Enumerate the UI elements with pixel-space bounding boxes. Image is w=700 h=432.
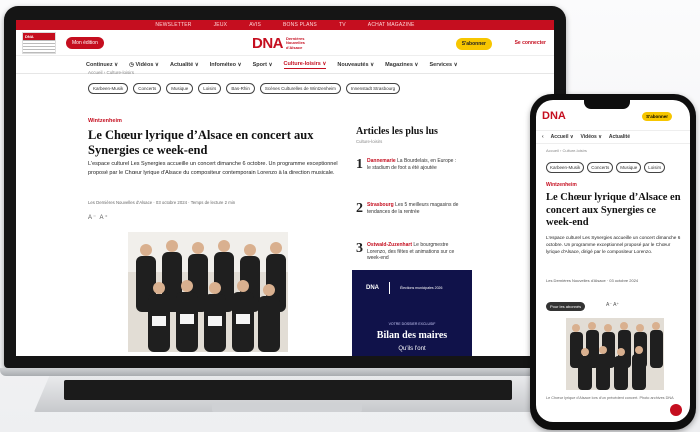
article-photo: [128, 232, 288, 352]
share-fab-icon[interactable]: [670, 404, 682, 416]
most-read-place: Strasbourg: [367, 202, 394, 208]
ad-kicker: VOTRE DOSSIER EXCLUSIF: [388, 322, 436, 326]
ad-divider: [389, 282, 390, 294]
phone-article-lead: L'espace culturel Les Synergies accueill…: [546, 235, 681, 254]
most-read-rank: 3: [356, 241, 363, 256]
top-strip-link[interactable]: TV: [339, 22, 346, 28]
phone-tag-list: Karbeen-Musik Concerts Musique Loisirs: [546, 162, 666, 173]
phone-tag-chip[interactable]: Musique: [616, 162, 642, 173]
phone-logo[interactable]: DNA: [542, 110, 566, 122]
tag-chip[interactable]: Musique: [166, 83, 194, 94]
tag-list: Karbeen-Musik Concerts Musique Loisirs Bas-R…: [88, 83, 401, 94]
article-lead: L'espace culturel Les Synergies accueill…: [88, 161, 338, 176]
phone-photo-caption: Le Chœur lyrique d'Alsace lors d'un préc…: [546, 396, 674, 400]
phone-choir-photo: [566, 318, 664, 390]
phone-article-photo: [566, 318, 664, 390]
tag-chip[interactable]: Bas-Rhin: [226, 83, 255, 94]
phone-screen: DNA S'abonner ‹ Accueil ∨ Vidéos ∨ Actualit…: [536, 100, 690, 422]
font-size-controls[interactable]: A⁻ A⁺: [88, 214, 109, 221]
logo-sub-line: d'Alsace: [286, 44, 303, 50]
phone-nav-item[interactable]: Accueil ∨: [551, 134, 574, 140]
ad-banner[interactable]: DNA Élections municipales 2026 VOTRE DOS…: [352, 270, 472, 356]
phone-nav-item[interactable]: Actualité: [609, 134, 630, 140]
edition-label: DNA: [23, 32, 55, 40]
top-strip-link[interactable]: NEWSLETTER: [155, 22, 191, 28]
tag-chip[interactable]: Karbeen-Musik: [88, 83, 129, 94]
breadcrumb[interactable]: Accueil › Culture-loisirs: [88, 70, 134, 75]
phone-font-controls[interactable]: A⁻ A⁺: [606, 302, 619, 308]
nav-item[interactable]: Culture-loisirs ∨: [283, 61, 327, 69]
nav-item[interactable]: Infométeo ∨: [210, 62, 242, 68]
login-link[interactable]: Se connecter: [515, 40, 546, 46]
top-strip-link[interactable]: AVIS: [249, 22, 261, 28]
edition-button[interactable]: Mon édition: [66, 36, 104, 49]
nav-item[interactable]: Continuez ∨: [86, 62, 118, 68]
phone-article-title: Le Chœur lyrique d’Alsace en concert aux…: [546, 192, 681, 228]
nav-item[interactable]: ◷ Vidéos ∨: [129, 62, 159, 68]
most-read-subtitle: Culture-loisirs: [356, 139, 383, 144]
nav-item[interactable]: Services ∨: [429, 62, 457, 68]
tag-chip[interactable]: Scènes Culturelles de Wintzenheim: [259, 83, 341, 94]
top-strip-link[interactable]: JEUX: [214, 22, 228, 28]
edition-thumbnail[interactable]: DNA: [22, 31, 56, 54]
logo-mark: DNA: [252, 35, 284, 52]
tag-chip[interactable]: Concerts: [133, 83, 162, 94]
most-read-rank: 1: [356, 157, 363, 172]
most-read-text: Dannemarie La Bourdelais, en Europe : le…: [367, 158, 460, 172]
ad-subline: Qu'ils l'ont: [398, 346, 426, 352]
ad-logos: DNA Élections municipales 2026: [366, 282, 450, 294]
phone-tag-chip[interactable]: Karbeen-Musik: [546, 162, 585, 173]
choir-photo: [128, 232, 288, 352]
top-strip-link[interactable]: ACHAT MAGAZINE: [368, 22, 415, 28]
keyboard: [64, 380, 512, 400]
laptop-lid: NEWSLETTER JEUX AVIS BONS PLANS TV ACHAT MAGA…: [4, 6, 566, 368]
most-read-place: Ostwald-Zuzenhart: [367, 242, 413, 248]
most-read-item[interactable]: 1 Dannemarie La Bourdelais, en Europe : l…: [356, 158, 460, 172]
article-rubrique[interactable]: Wintzenheim: [88, 118, 122, 124]
site-logo[interactable]: DNA Dernières Nouvelles d'Alsace: [252, 35, 305, 52]
phone-notch: [584, 100, 630, 109]
most-read-rank: 2: [356, 201, 363, 216]
nav-item[interactable]: Actualité ∨: [170, 62, 199, 68]
site-header: DNA Mon édition DNA Dernières Nouvelles …: [16, 30, 554, 56]
subscriber-badge: Pour les abonnés: [546, 302, 586, 311]
nav-item[interactable]: Sport ∨: [253, 62, 273, 68]
article-byline: Les Dernières Nouvelles d'Alsace · 03 oc…: [88, 200, 236, 205]
most-read-text: Strasbourg Les 5 meilleurs magasins de t…: [367, 202, 460, 216]
ad-partner: Élections municipales 2026: [400, 286, 443, 290]
most-read-title: Articles les plus lus: [356, 126, 438, 137]
top-strip-link[interactable]: BONS PLANS: [283, 22, 317, 28]
ad-logo: DNA: [366, 285, 379, 291]
tag-chip[interactable]: Innenstadt Strasbourg: [345, 83, 401, 94]
laptop-hinge: [0, 368, 575, 376]
article-title: Le Chœur lyrique d’Alsace en concert aux…: [88, 128, 314, 157]
trackpad: [212, 403, 362, 412]
nav-item[interactable]: Magazines ∨: [385, 62, 418, 68]
stage: NEWSLETTER JEUX AVIS BONS PLANS TV ACHAT MAGA…: [0, 0, 700, 432]
laptop-screen: NEWSLETTER JEUX AVIS BONS PLANS TV ACHAT MAGA…: [16, 20, 554, 356]
most-read-place: Dannemarie: [367, 158, 396, 164]
top-strip: NEWSLETTER JEUX AVIS BONS PLANS TV ACHAT MAGA…: [16, 20, 554, 30]
most-read-text: Ostwald-Zuzenhart Le bourgmestre Lorenzo…: [367, 242, 460, 262]
most-read-item[interactable]: 3 Ostwald-Zuzenhart Le bourgmestre Lorenz…: [356, 242, 460, 262]
nav-item[interactable]: Nouveautés ∨: [337, 62, 374, 68]
ad-headline: Bilan des maires: [376, 330, 448, 341]
phone-tag-chip[interactable]: Loisirs: [644, 162, 666, 173]
phone-byline: Les Dernières Nouvelles d'Alsace · 03 oc…: [546, 278, 639, 283]
phone-nav: ‹ Accueil ∨ Vidéos ∨ Actualité: [536, 130, 690, 144]
edition-page-lines: [23, 39, 55, 53]
phone-rubrique[interactable]: Wintzenheim: [546, 182, 577, 188]
phone-tag-chip[interactable]: Concerts: [587, 162, 614, 173]
phone-breadcrumb[interactable]: Accueil › Culture-loisirs: [546, 148, 587, 153]
phone-subscribe-button[interactable]: S'abonner: [642, 112, 672, 121]
most-read-item[interactable]: 2 Strasbourg Les 5 meilleurs magasins de …: [356, 202, 460, 216]
subscribe-button[interactable]: S'abonner: [455, 38, 492, 50]
logo-subtitle: Dernières Nouvelles d'Alsace: [286, 36, 305, 51]
tag-chip[interactable]: Loisirs: [198, 83, 222, 94]
phone-nav-item[interactable]: ‹: [542, 134, 544, 140]
phone-nav-item[interactable]: Vidéos ∨: [581, 134, 602, 140]
phone-frame: DNA S'abonner ‹ Accueil ∨ Vidéos ∨ Actualit…: [530, 94, 696, 430]
